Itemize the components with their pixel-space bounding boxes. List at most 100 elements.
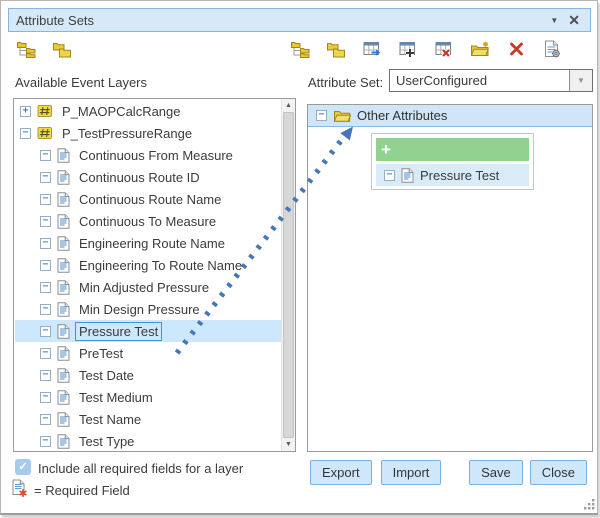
tree-item[interactable]: − Test Name	[15, 408, 281, 430]
tree-item[interactable]: − Continuous From Measure	[15, 144, 281, 166]
tree-item-label: Engineering To Route Name	[76, 257, 245, 274]
expander-icon[interactable]: −	[40, 150, 51, 161]
field-icon	[57, 434, 70, 449]
expander-icon: −	[384, 170, 395, 181]
close-button[interactable]: Close	[530, 460, 587, 485]
tree-item[interactable]: −Pressure Test	[15, 320, 281, 342]
tree-item[interactable]: − Min Design Pressure	[15, 298, 281, 320]
checkbox-label: Include all required fields for a layer	[38, 461, 243, 476]
field-icon	[57, 192, 70, 207]
field-icon	[57, 302, 70, 317]
new-folder-icon[interactable]	[469, 39, 491, 59]
save-button[interactable]: Save	[469, 460, 523, 485]
field-icon	[57, 148, 70, 163]
scroll-down-icon[interactable]: ▼	[282, 438, 295, 451]
add-table-icon[interactable]	[397, 39, 419, 59]
scroll-up-icon[interactable]: ▲	[282, 99, 295, 112]
expander-icon[interactable]: −	[40, 392, 51, 403]
export-button[interactable]: Export	[310, 460, 372, 485]
tree-item[interactable]: − P_TestPressureRange	[15, 122, 281, 144]
expander-icon[interactable]: −	[40, 348, 51, 359]
other-attributes-group[interactable]: − Other Attributes	[308, 105, 592, 127]
tree-item[interactable]: − Continuous Route ID	[15, 166, 281, 188]
field-icon	[401, 168, 414, 183]
open-attribute-set-icon[interactable]	[325, 39, 347, 59]
attribute-set-tree-icon[interactable]	[289, 39, 311, 59]
expander-icon[interactable]: −	[40, 326, 51, 337]
available-layers-panel: +P_MAOPCalcRange−P_TestPressureRange−Con…	[13, 98, 296, 452]
tree-item[interactable]: −Test Medium	[15, 386, 281, 408]
field-icon	[57, 324, 70, 339]
field-icon	[57, 412, 70, 427]
scroll-thumb[interactable]	[283, 112, 294, 438]
field-icon	[57, 280, 70, 295]
footer-buttons-right: Save Close	[469, 460, 587, 485]
expander-icon[interactable]: −	[316, 110, 327, 121]
export-table-icon[interactable]	[361, 39, 383, 59]
available-event-layers-label: Available Event Layers	[15, 75, 147, 90]
expander-icon[interactable]: −	[40, 194, 51, 205]
tree-item-label: Continuous Route Name	[76, 191, 224, 208]
tree-item-label: Test Type	[76, 433, 137, 450]
include-required-checkbox[interactable]: ✓	[15, 459, 31, 475]
expander-icon[interactable]: −	[40, 304, 51, 315]
dropdown-arrow-icon[interactable]: ▼	[569, 70, 592, 91]
expander-icon[interactable]: −	[40, 260, 51, 271]
field-icon	[57, 346, 70, 361]
event-layer-icon	[37, 126, 53, 140]
remove-table-icon[interactable]	[433, 39, 455, 59]
expander-icon[interactable]: +	[20, 106, 31, 117]
resize-grip[interactable]	[583, 498, 596, 511]
tree-item-label: Continuous Route ID	[76, 169, 203, 186]
expander-icon[interactable]: −	[40, 414, 51, 425]
expander-icon[interactable]: −	[20, 128, 31, 139]
tree-item[interactable]: − Continuous Route Name	[15, 188, 281, 210]
event-layer-icon	[37, 104, 53, 118]
tree-item-label: P_TestPressureRange	[59, 125, 195, 142]
attribute-set-panel: − Other Attributes + − Pressure Test	[307, 104, 593, 452]
tree-item[interactable]: −PreTest	[15, 342, 281, 364]
field-icon	[57, 368, 70, 383]
collapse-caret-icon[interactable]: ▼	[550, 16, 558, 25]
import-button[interactable]: Import	[381, 460, 442, 485]
expander-icon[interactable]: −	[40, 238, 51, 249]
expander-icon[interactable]: −	[40, 216, 51, 227]
expander-icon[interactable]: −	[40, 172, 51, 183]
delete-icon[interactable]	[505, 39, 527, 59]
browse-attribute-sets-icon[interactable]	[51, 39, 73, 59]
new-attribute-set-icon[interactable]	[15, 39, 37, 59]
tree-item[interactable]: − Min Adjusted Pressure	[15, 276, 281, 298]
required-field-icon	[12, 479, 28, 502]
group-label: Other Attributes	[357, 108, 447, 123]
tree-item-label: Test Date	[76, 367, 137, 384]
tree-item[interactable]: +P_MAOPCalcRange	[15, 100, 281, 122]
tree-item-label: Min Design Pressure	[76, 301, 203, 318]
dialog-title: Attribute Sets	[16, 13, 94, 28]
tree-item[interactable]: − Test Type	[15, 430, 281, 450]
tree-item-label: Min Adjusted Pressure	[76, 279, 212, 296]
tree-item[interactable]: − Test Date	[15, 364, 281, 386]
tree-item[interactable]: −Continuous To Measure	[15, 210, 281, 232]
close-icon[interactable]: ✕	[568, 13, 580, 27]
required-field-legend: = Required Field	[34, 483, 130, 498]
drag-item: − Pressure Test	[376, 164, 529, 186]
tree-scrollbar[interactable]: ▲ ▼	[281, 99, 295, 451]
drop-indicator: +	[376, 138, 529, 161]
check-icon: ✓	[18, 462, 27, 473]
expander-icon[interactable]: −	[40, 282, 51, 293]
tree-item[interactable]: − Engineering Route Name	[15, 232, 281, 254]
field-icon	[57, 258, 70, 273]
tree-item-label: Test Name	[76, 411, 144, 428]
toolbar-right	[289, 39, 563, 59]
tree-item[interactable]: − Engineering To Route Name	[15, 254, 281, 276]
expander-icon[interactable]: −	[40, 370, 51, 381]
titlebar[interactable]: Attribute Sets ▼ ✕	[8, 8, 591, 32]
settings-report-icon[interactable]	[541, 39, 563, 59]
titlebar-controls: ▼ ✕	[550, 13, 580, 27]
drag-item-label: Pressure Test	[420, 168, 499, 183]
field-icon	[57, 236, 70, 251]
expander-icon[interactable]: −	[40, 436, 51, 447]
tree-item-label: Engineering Route Name	[76, 235, 228, 252]
tree-item-label: Continuous From Measure	[76, 147, 236, 164]
attribute-set-dropdown[interactable]: UserConfigured ▼	[389, 69, 593, 92]
